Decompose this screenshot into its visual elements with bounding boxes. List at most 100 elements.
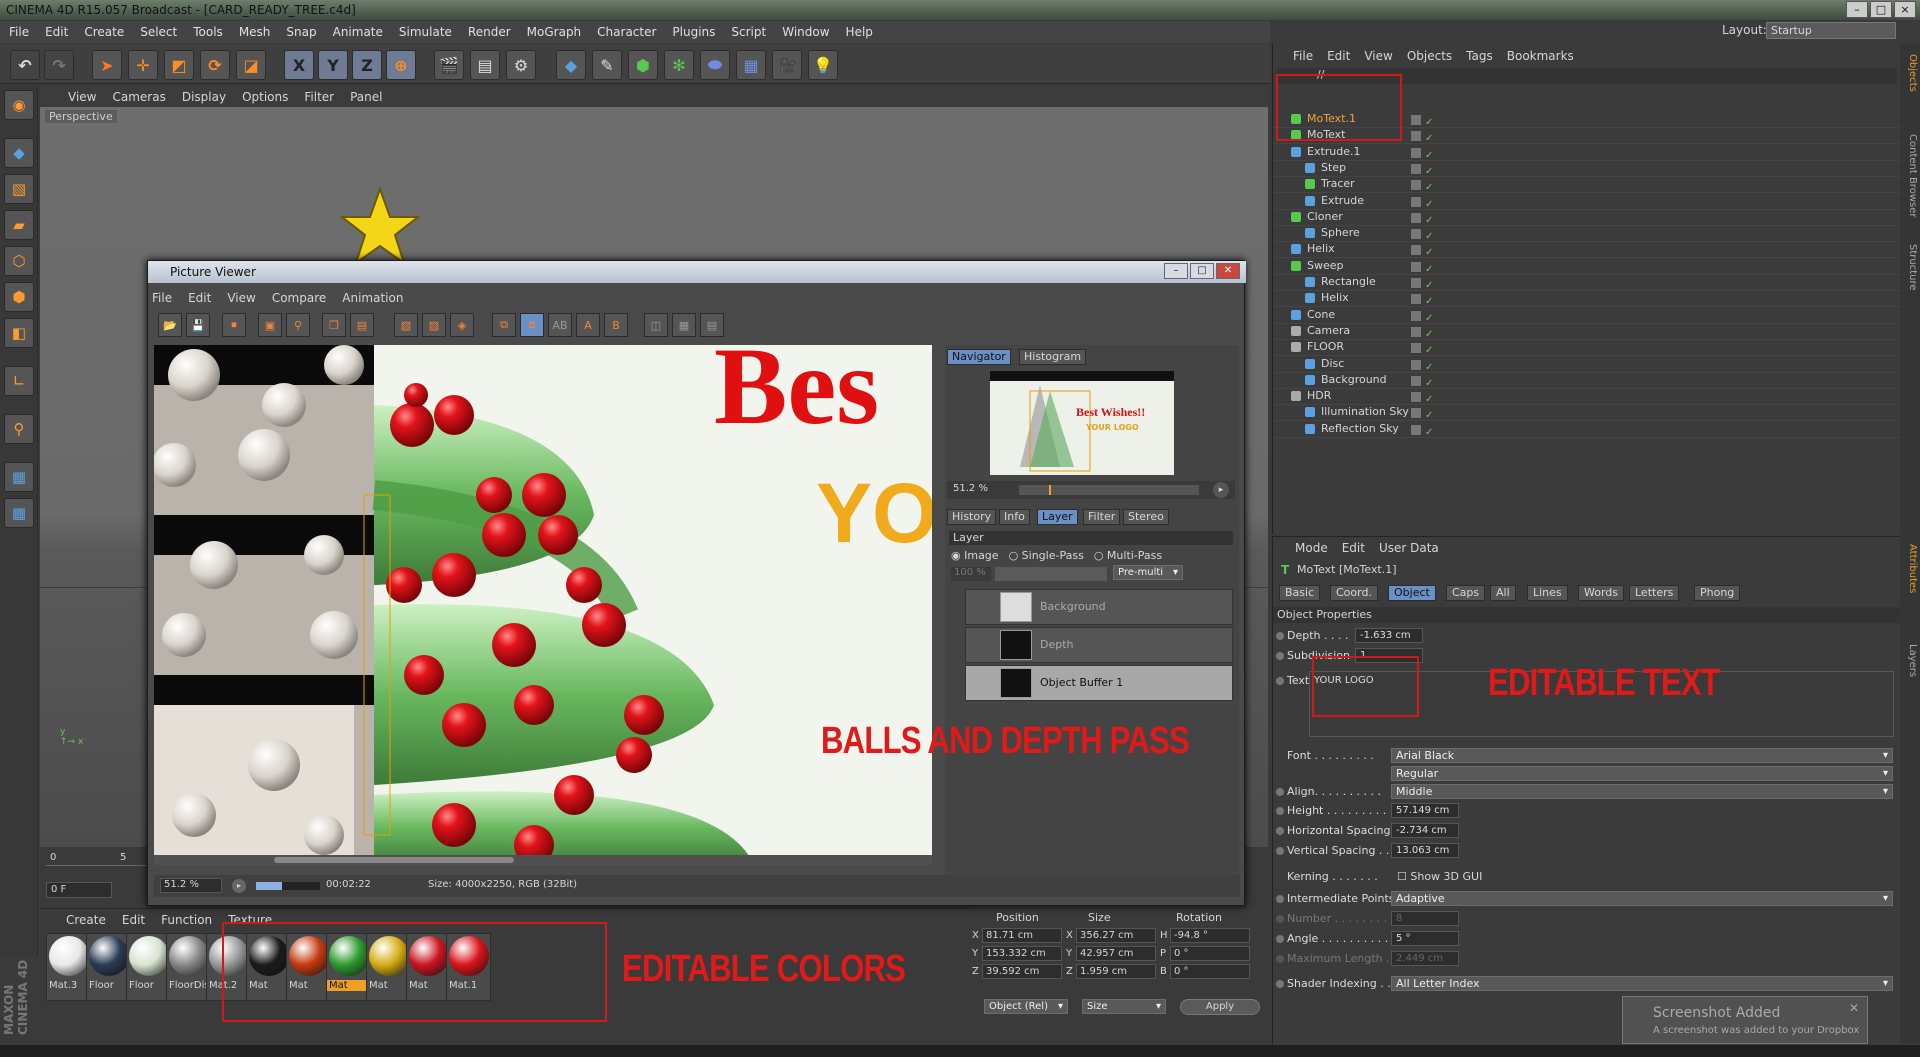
world-coord-icon[interactable]: ⊕ [386, 50, 416, 80]
stop-render-icon[interactable]: ⏹ [222, 313, 246, 337]
angle-field[interactable]: 5 ° [1391, 931, 1459, 946]
render-view-icon[interactable]: 🎬 [434, 50, 464, 80]
object-menu-edit[interactable]: Edit [1327, 49, 1350, 63]
tab-navigator[interactable]: Navigator [947, 349, 1011, 365]
rotate-tool-icon[interactable]: ⟳ [200, 50, 230, 80]
pv-minimize-button[interactable]: – [1164, 263, 1188, 279]
subdivision-icon[interactable]: ⬢ [628, 50, 658, 80]
light-icon[interactable]: 💡 [808, 50, 838, 80]
copy-icon[interactable]: ❐ [322, 313, 346, 337]
render-settings-icon[interactable]: ⚙ [506, 50, 536, 80]
tweak-mode-icon[interactable]: ⚲ [4, 414, 34, 444]
radio-multi-pass[interactable]: ○ Multi-Pass [1094, 549, 1162, 562]
floor-icon[interactable]: ▦ [736, 50, 766, 80]
deformer-icon[interactable]: ⬬ [700, 50, 730, 80]
fit-view-icon[interactable]: ⧉ [492, 313, 516, 337]
attribute-menu-user-data[interactable]: User Data [1379, 541, 1439, 555]
model-mode-icon[interactable]: ◆ [4, 138, 34, 168]
apply-button[interactable]: Apply [1180, 999, 1260, 1015]
render-hscrollbar[interactable] [154, 855, 932, 865]
tab-stereo[interactable]: Stereo [1123, 509, 1169, 525]
attr-tab-lines[interactable]: Lines [1527, 585, 1568, 601]
select-arrow-icon[interactable]: ➤ [92, 50, 122, 80]
anim-dot[interactable] [1276, 935, 1284, 943]
hspacing-field[interactable]: -2.734 cm [1391, 823, 1459, 838]
pv-play-icon[interactable]: ▸ [232, 879, 246, 893]
navigator-thumbnail[interactable]: Best Wishes!! YOUR LOGO [990, 371, 1174, 475]
set-b-icon[interactable]: B [604, 313, 628, 337]
size-field[interactable]: 1.959 cm [1076, 964, 1156, 979]
visibility-flags[interactable]: ✓ [1411, 423, 1455, 438]
y-axis-icon[interactable]: Y [318, 50, 348, 80]
visibility-flags[interactable]: ✓ [1411, 178, 1455, 193]
object-name[interactable]: Extrude.1 [1307, 143, 1361, 160]
pv-menu-edit[interactable]: Edit [188, 291, 211, 305]
object-name[interactable]: Reflection Sky [1321, 420, 1399, 437]
save-icon[interactable]: 💾 [186, 313, 210, 337]
region-render-icon[interactable]: ▨ [422, 313, 446, 337]
object-name[interactable]: Disc [1321, 355, 1344, 372]
blend-mode-select[interactable]: Pre-multi [1113, 565, 1183, 580]
pv-menu-compare[interactable]: Compare [272, 291, 326, 305]
ab-icon[interactable]: AB [548, 313, 572, 337]
anim-dot[interactable] [1276, 632, 1284, 640]
object-row[interactable]: FLOOR ✓ [1273, 338, 1901, 357]
grid-icon[interactable]: ▦ [672, 313, 696, 337]
attr-tab-caps[interactable]: Caps [1446, 585, 1486, 601]
render-region-icon[interactable]: ▣ [258, 313, 282, 337]
material-swatch[interactable]: Floor [126, 933, 171, 1001]
ab-compare-icon[interactable]: ▧ [394, 313, 418, 337]
opacity-field[interactable]: 100 % [951, 567, 991, 581]
visibility-flags[interactable]: ✓ [1411, 113, 1455, 128]
shader-indexing-select[interactable]: All Letter Index [1391, 976, 1893, 991]
object-name[interactable]: Background [1321, 371, 1387, 388]
object-name[interactable]: Sphere [1321, 224, 1360, 241]
anim-dot[interactable] [1276, 807, 1284, 815]
maximize-button[interactable]: □ [1870, 1, 1892, 18]
visibility-flags[interactable]: ✓ [1411, 406, 1455, 421]
object-row[interactable]: Camera ✓ [1273, 322, 1901, 340]
workplane-lock-icon[interactable]: ▦ [4, 498, 34, 528]
object-row[interactable]: HDR ✓ [1273, 387, 1901, 406]
menu-select[interactable]: Select [140, 25, 177, 39]
object-name[interactable]: Cloner [1307, 208, 1343, 225]
pv-menu-view[interactable]: View [227, 291, 255, 305]
pv-maximize-button[interactable]: □ [1190, 263, 1214, 279]
visibility-flags[interactable]: ✓ [1411, 129, 1455, 144]
visibility-flags[interactable]: ✓ [1411, 358, 1455, 373]
menu-mograph[interactable]: MoGraph [527, 25, 582, 39]
anim-dot[interactable] [1276, 955, 1284, 963]
layer-row-background[interactable]: Background [965, 589, 1233, 625]
anim-dot[interactable] [1276, 677, 1284, 685]
anim-dot[interactable] [1276, 847, 1284, 855]
rotation-field[interactable]: 0 ° [1170, 946, 1250, 961]
material-swatch[interactable]: FloorDis [166, 933, 211, 1001]
size-field[interactable]: 356.27 cm [1076, 928, 1156, 943]
object-row[interactable]: Helix ✓ [1273, 240, 1901, 259]
workplane-icon[interactable]: ▰ [4, 210, 34, 240]
material-menu-function[interactable]: Function [161, 913, 212, 927]
layer-row-depth[interactable]: Depth [965, 627, 1233, 663]
edges-mode-icon[interactable]: ⬢ [4, 282, 34, 312]
menu-tools[interactable]: Tools [193, 25, 223, 39]
menu-render[interactable]: Render [468, 25, 511, 39]
snap-icon[interactable]: ▦ [4, 462, 34, 492]
cube-icon[interactable]: ◆ [556, 50, 586, 80]
attribute-menu-mode[interactable]: Mode [1295, 541, 1328, 555]
object-row[interactable]: Step ✓ [1273, 159, 1901, 177]
object-row[interactable]: Cone ✓ [1273, 306, 1901, 324]
object-row[interactable]: Illumination Sky ✓ [1273, 403, 1901, 422]
object-name[interactable]: Rectangle [1321, 273, 1376, 290]
menu-animate[interactable]: Animate [333, 25, 383, 39]
x-axis-icon[interactable]: X [284, 50, 314, 80]
object-row[interactable]: Cloner ✓ [1273, 208, 1901, 226]
height-field[interactable]: 57.149 cm [1391, 803, 1459, 818]
object-name[interactable]: Sweep [1307, 257, 1344, 274]
undo-icon[interactable]: ↶ [10, 50, 40, 80]
show-3d-gui-checkbox[interactable]: ☐ Show 3D GUI [1397, 870, 1482, 883]
position-field[interactable]: 39.592 cm [982, 964, 1062, 979]
pv-zoom-field[interactable]: 51.2 % [160, 878, 222, 893]
size-mode-select[interactable]: Size [1082, 999, 1166, 1014]
tab-layer[interactable]: Layer [1037, 509, 1078, 525]
visibility-flags[interactable]: ✓ [1411, 390, 1455, 405]
